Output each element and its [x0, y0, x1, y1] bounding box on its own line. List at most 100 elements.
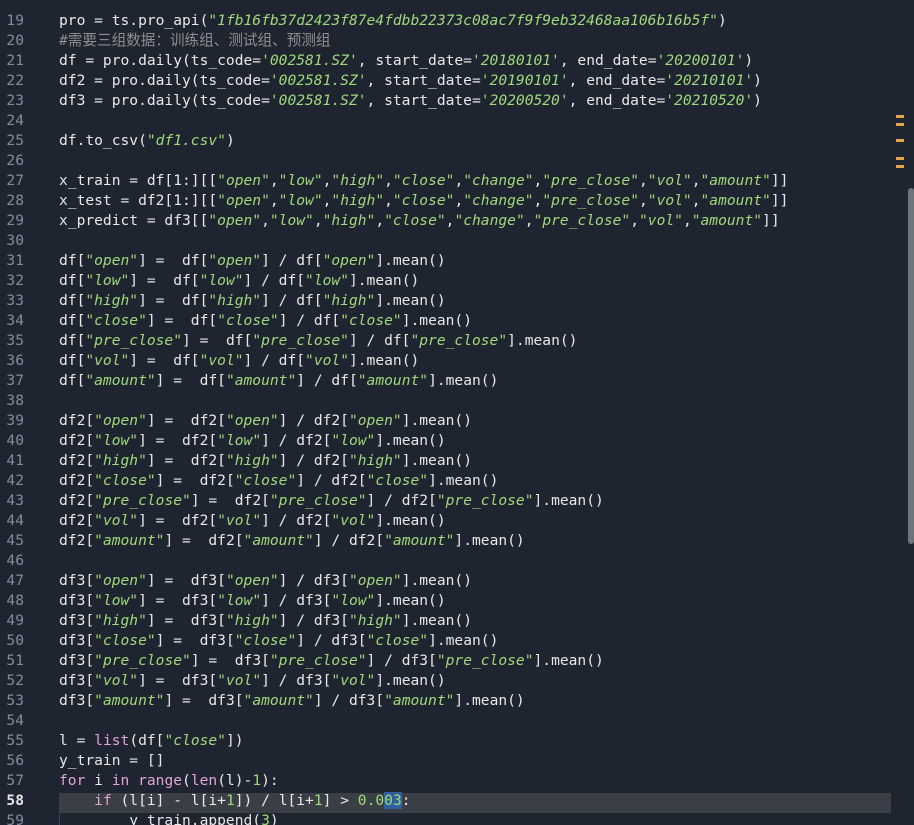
code-token: df2[: [59, 472, 95, 489]
code-line[interactable]: df3 = pro.daily(ts_code='002581.SZ', sta…: [59, 91, 762, 111]
code-line[interactable]: y_train = []: [59, 751, 164, 771]
code-token: , start_date=: [366, 72, 481, 89]
line-number: 26: [6, 152, 24, 169]
code-token: "amount": [94, 532, 165, 549]
code-token: df[: [59, 292, 86, 309]
code-token: ,: [638, 192, 648, 209]
code-token: ].mean(): [348, 352, 420, 369]
code-line[interactable]: df3["vol"] = df3["vol"] / df3["vol"].mea…: [59, 671, 446, 691]
code-line[interactable]: pro = ts.pro_api("1fb16fb37d2423f87e4fdb…: [59, 11, 727, 31]
code-token: "close": [392, 172, 455, 189]
code-token: ] = df2[: [155, 472, 235, 489]
code-line[interactable]: df = pro.daily(ts_code='002581.SZ', star…: [59, 51, 753, 71]
code-token: "amount": [384, 692, 455, 709]
code-line[interactable]: df3["close"] = df3["close"] / df3["close…: [59, 631, 498, 651]
code-token: 0.0: [357, 792, 385, 809]
code-line[interactable]: df["amount"] = df["amount"] / df["amount…: [59, 371, 498, 391]
code-token: ] / df[: [348, 332, 411, 349]
code-token: '20210520': [665, 92, 754, 109]
code-line[interactable]: df["pre_close"] = df["pre_close"] / df["…: [59, 331, 577, 351]
line-number: 32: [6, 272, 24, 289]
code-line[interactable]: df2["close"] = df2["close"] / df2["close…: [59, 471, 498, 491]
code-token: ] / df3[: [278, 612, 349, 629]
code-line[interactable]: #需要三组数据：训练组、测试组、预测组: [59, 31, 330, 51]
code-line[interactable]: df3["amount"] = df3["amount"] / df3["amo…: [59, 691, 525, 711]
code-token: ] / df3[: [261, 672, 332, 689]
code-line[interactable]: df3["pre_close"] = df3["pre_close"] / df…: [59, 651, 604, 671]
code-token: ] = df[: [146, 312, 218, 329]
code-token: "amount": [384, 532, 455, 549]
code-line[interactable]: df3["high"] = df3["high"] / df3["high"].…: [59, 611, 472, 631]
code-line[interactable]: df2["low"] = df2["low"] / df2["low"].mea…: [59, 431, 446, 451]
code-line[interactable]: l = list(df["close"]): [59, 731, 244, 751]
code-token: ] = df3[: [164, 692, 244, 709]
line-number: 38: [6, 392, 24, 409]
code-token: ] / df2[: [261, 432, 332, 449]
code-token: x_predict = df3[[: [59, 212, 209, 229]
line-number: 44: [6, 512, 24, 529]
code-token: "low": [94, 592, 139, 609]
code-token: ): [225, 132, 235, 149]
code-line[interactable]: df2["open"] = df2["open"] / df2["open"].…: [59, 411, 472, 431]
code-token: "low": [85, 272, 130, 289]
code-token: '20200520': [480, 92, 569, 109]
code-token: "amount": [243, 692, 314, 709]
code-token: if: [94, 792, 112, 809]
code-token: "close": [94, 472, 156, 489]
code-line[interactable]: x_test = df2[1:][["open","low","high","c…: [59, 191, 788, 211]
code-line[interactable]: if (l[i] - l[i+1]) / l[i+1] > 0.003:: [59, 791, 411, 811]
code-editor[interactable]: pro = ts.pro_api("1fb16fb37d2423f87e4fdb…: [0, 0, 914, 825]
code-token: ] / df[: [243, 272, 306, 289]
code-token: "open": [85, 252, 139, 269]
scrollbar-thumb[interactable]: [908, 188, 914, 544]
code-token: ] = df[: [129, 352, 200, 369]
code-token: df3[: [59, 572, 95, 589]
line-number: 39: [6, 412, 24, 429]
code-line[interactable]: df2["pre_close"] = df2["pre_close"] / df…: [59, 491, 604, 511]
code-token: ] = df3[: [146, 612, 226, 629]
code-line[interactable]: df["low"] = df["low"] / df["low"].mean(): [59, 271, 419, 291]
code-token: "pre_close": [252, 332, 349, 349]
code-line[interactable]: df2 = pro.daily(ts_code='002581.SZ', sta…: [59, 71, 762, 91]
code-token: "pre_close": [269, 652, 367, 669]
code-line[interactable]: df3["open"] = df3["open"] / df3["open"].…: [59, 571, 472, 591]
code-token: "high": [322, 212, 376, 229]
line-number: 45: [6, 532, 24, 549]
code-token: df.to_csv(: [59, 132, 147, 149]
code-token: df3[: [59, 632, 95, 649]
code-line[interactable]: df2["vol"] = df2["vol"] / df2["vol"].mea…: [59, 511, 446, 531]
code-token: x_train = df[1:][[: [59, 172, 218, 189]
code-token: "open": [322, 252, 376, 269]
code-token: "amount": [94, 692, 165, 709]
code-token: ].mean(): [401, 412, 472, 429]
line-number: 21: [6, 52, 24, 69]
code-token: ): [753, 92, 762, 109]
code-line[interactable]: x_predict = df3[["open","low","high","cl…: [59, 211, 780, 231]
code-token: ] / df[: [261, 292, 323, 309]
code-token: ]): [225, 732, 244, 749]
code-line[interactable]: df["vol"] = df["vol"] / df["vol"].mean(): [59, 351, 419, 371]
code-token: ):: [261, 772, 279, 789]
code-line[interactable]: df["close"] = df["close"] / df["close"].…: [59, 311, 472, 331]
code-line[interactable]: for i in range(len(l)-1):: [59, 771, 279, 791]
code-token: "open": [208, 212, 262, 229]
code-token: "low": [217, 592, 262, 609]
code-line[interactable]: x_train = df[1:][["open","low","high","c…: [59, 171, 788, 191]
code-token: x_test = df2[1:][[: [59, 192, 218, 209]
code-line[interactable]: y_train.append(3): [59, 811, 278, 825]
code-token: ].mean(): [401, 572, 472, 589]
code-line[interactable]: df2["amount"] = df2["amount"] / df2["amo…: [59, 531, 525, 551]
code-token: ].mean(): [375, 672, 446, 689]
code-line[interactable]: df2["high"] = df2["high"] / df2["high"].…: [59, 451, 472, 471]
code-token: "amount": [225, 372, 297, 389]
code-line[interactable]: df["open"] = df["open"] / df["open"].mea…: [59, 251, 446, 271]
code-token: '002581.SZ': [261, 52, 358, 69]
overview-marker: [896, 165, 904, 168]
code-token: ,: [454, 172, 464, 189]
code-token: ].mean(): [428, 632, 499, 649]
code-line[interactable]: df.to_csv("df1.csv"): [59, 131, 235, 151]
code-line[interactable]: df["high"] = df["high"] / df["high"].mea…: [59, 291, 446, 311]
code-token: "vol": [94, 512, 139, 529]
code-line[interactable]: df3["low"] = df3["low"] / df3["low"].mea…: [59, 591, 446, 611]
code-token: '20180101': [471, 52, 560, 69]
